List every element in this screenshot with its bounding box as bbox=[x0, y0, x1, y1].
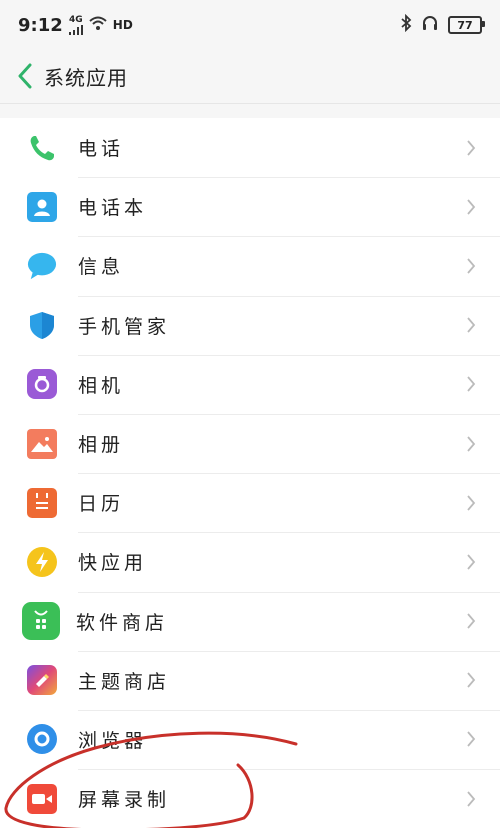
list-item-label: 快应用 bbox=[78, 552, 148, 575]
list-item-contacts[interactable]: 电话本 bbox=[0, 177, 500, 236]
list-item-label: 浏览器 bbox=[78, 729, 148, 752]
list-item-app-store[interactable]: 软件商店 bbox=[0, 591, 500, 651]
phone-manager-icon bbox=[27, 310, 57, 340]
messages-icon bbox=[27, 251, 57, 281]
battery-indicator: 77 bbox=[448, 16, 485, 34]
chevron-right-icon bbox=[456, 665, 486, 695]
list-item-theme-store[interactable]: 主题商店 bbox=[0, 650, 500, 710]
phone-icon bbox=[27, 133, 57, 163]
chevron-right-icon bbox=[456, 251, 486, 281]
chevron-right-icon bbox=[456, 369, 486, 399]
page-title: 系统应用 bbox=[44, 65, 128, 90]
title-bar: 系统应用 bbox=[0, 50, 500, 102]
app-store-icon bbox=[22, 602, 60, 641]
status-right: 77 bbox=[400, 13, 485, 37]
list-item-messages[interactable]: 信息 bbox=[0, 236, 500, 295]
screen-recorder-icon bbox=[27, 783, 57, 814]
chevron-right-icon bbox=[456, 310, 486, 340]
list-item-label: 软件商店 bbox=[76, 611, 169, 634]
list-item-label: 屏幕录制 bbox=[78, 789, 171, 812]
status-time: 9:12 bbox=[18, 14, 63, 36]
chevron-right-icon bbox=[456, 192, 486, 222]
status-left: 9:12 4G HD bbox=[18, 15, 133, 36]
list-item-gallery[interactable]: 相册 bbox=[0, 413, 500, 473]
list-item-label: 信息 bbox=[78, 256, 125, 279]
list-item-label: 相机 bbox=[78, 374, 125, 397]
camera-icon bbox=[27, 369, 57, 400]
list-item-label: 电话本 bbox=[78, 197, 148, 220]
list-item-label: 日历 bbox=[78, 493, 125, 516]
gallery-icon bbox=[27, 428, 57, 459]
back-button[interactable] bbox=[14, 62, 36, 90]
contacts-icon bbox=[27, 191, 57, 222]
list-item-phone-manager[interactable]: 手机管家 bbox=[0, 295, 500, 355]
list-item-label: 手机管家 bbox=[78, 315, 171, 338]
list-item-phone[interactable]: 电话 bbox=[0, 118, 500, 177]
chevron-right-icon bbox=[456, 429, 486, 459]
theme-store-icon bbox=[27, 665, 57, 696]
calendar-icon bbox=[27, 487, 57, 518]
header-divider bbox=[0, 103, 500, 104]
wifi-icon bbox=[89, 15, 107, 35]
list-item-calendar[interactable]: 日历 bbox=[0, 473, 500, 532]
list-item-camera[interactable]: 相机 bbox=[0, 354, 500, 414]
system-apps-list: 电话 电话本 信息 手机管家 相机 相册 日历 快应用 软件商店 主题商店 浏览… bbox=[0, 118, 500, 828]
headphones-icon bbox=[422, 15, 438, 36]
status-bar: 9:12 4G HD 77 bbox=[0, 0, 500, 50]
quick-app-icon bbox=[27, 546, 57, 577]
list-item-quick-app[interactable]: 快应用 bbox=[0, 532, 500, 591]
bluetooth-icon bbox=[400, 13, 412, 37]
chevron-left-icon bbox=[18, 63, 32, 89]
list-item-label: 电话 bbox=[78, 138, 125, 161]
chevron-right-icon bbox=[456, 606, 486, 636]
list-item-browser[interactable]: 浏览器 bbox=[0, 709, 500, 769]
hd-badge: HD bbox=[112, 17, 133, 32]
chevron-right-icon bbox=[456, 547, 486, 577]
chevron-right-icon bbox=[456, 488, 486, 518]
list-item-screen-recorder[interactable]: 屏幕录制 bbox=[0, 769, 500, 828]
signal-icon: 4G bbox=[68, 14, 83, 35]
chevron-right-icon bbox=[456, 724, 486, 754]
chevron-right-icon bbox=[456, 784, 486, 814]
browser-icon bbox=[27, 724, 57, 755]
list-item-label: 主题商店 bbox=[78, 670, 171, 693]
chevron-right-icon bbox=[456, 133, 486, 163]
list-item-label: 相册 bbox=[78, 434, 125, 457]
network-type: 4G bbox=[68, 14, 83, 25]
